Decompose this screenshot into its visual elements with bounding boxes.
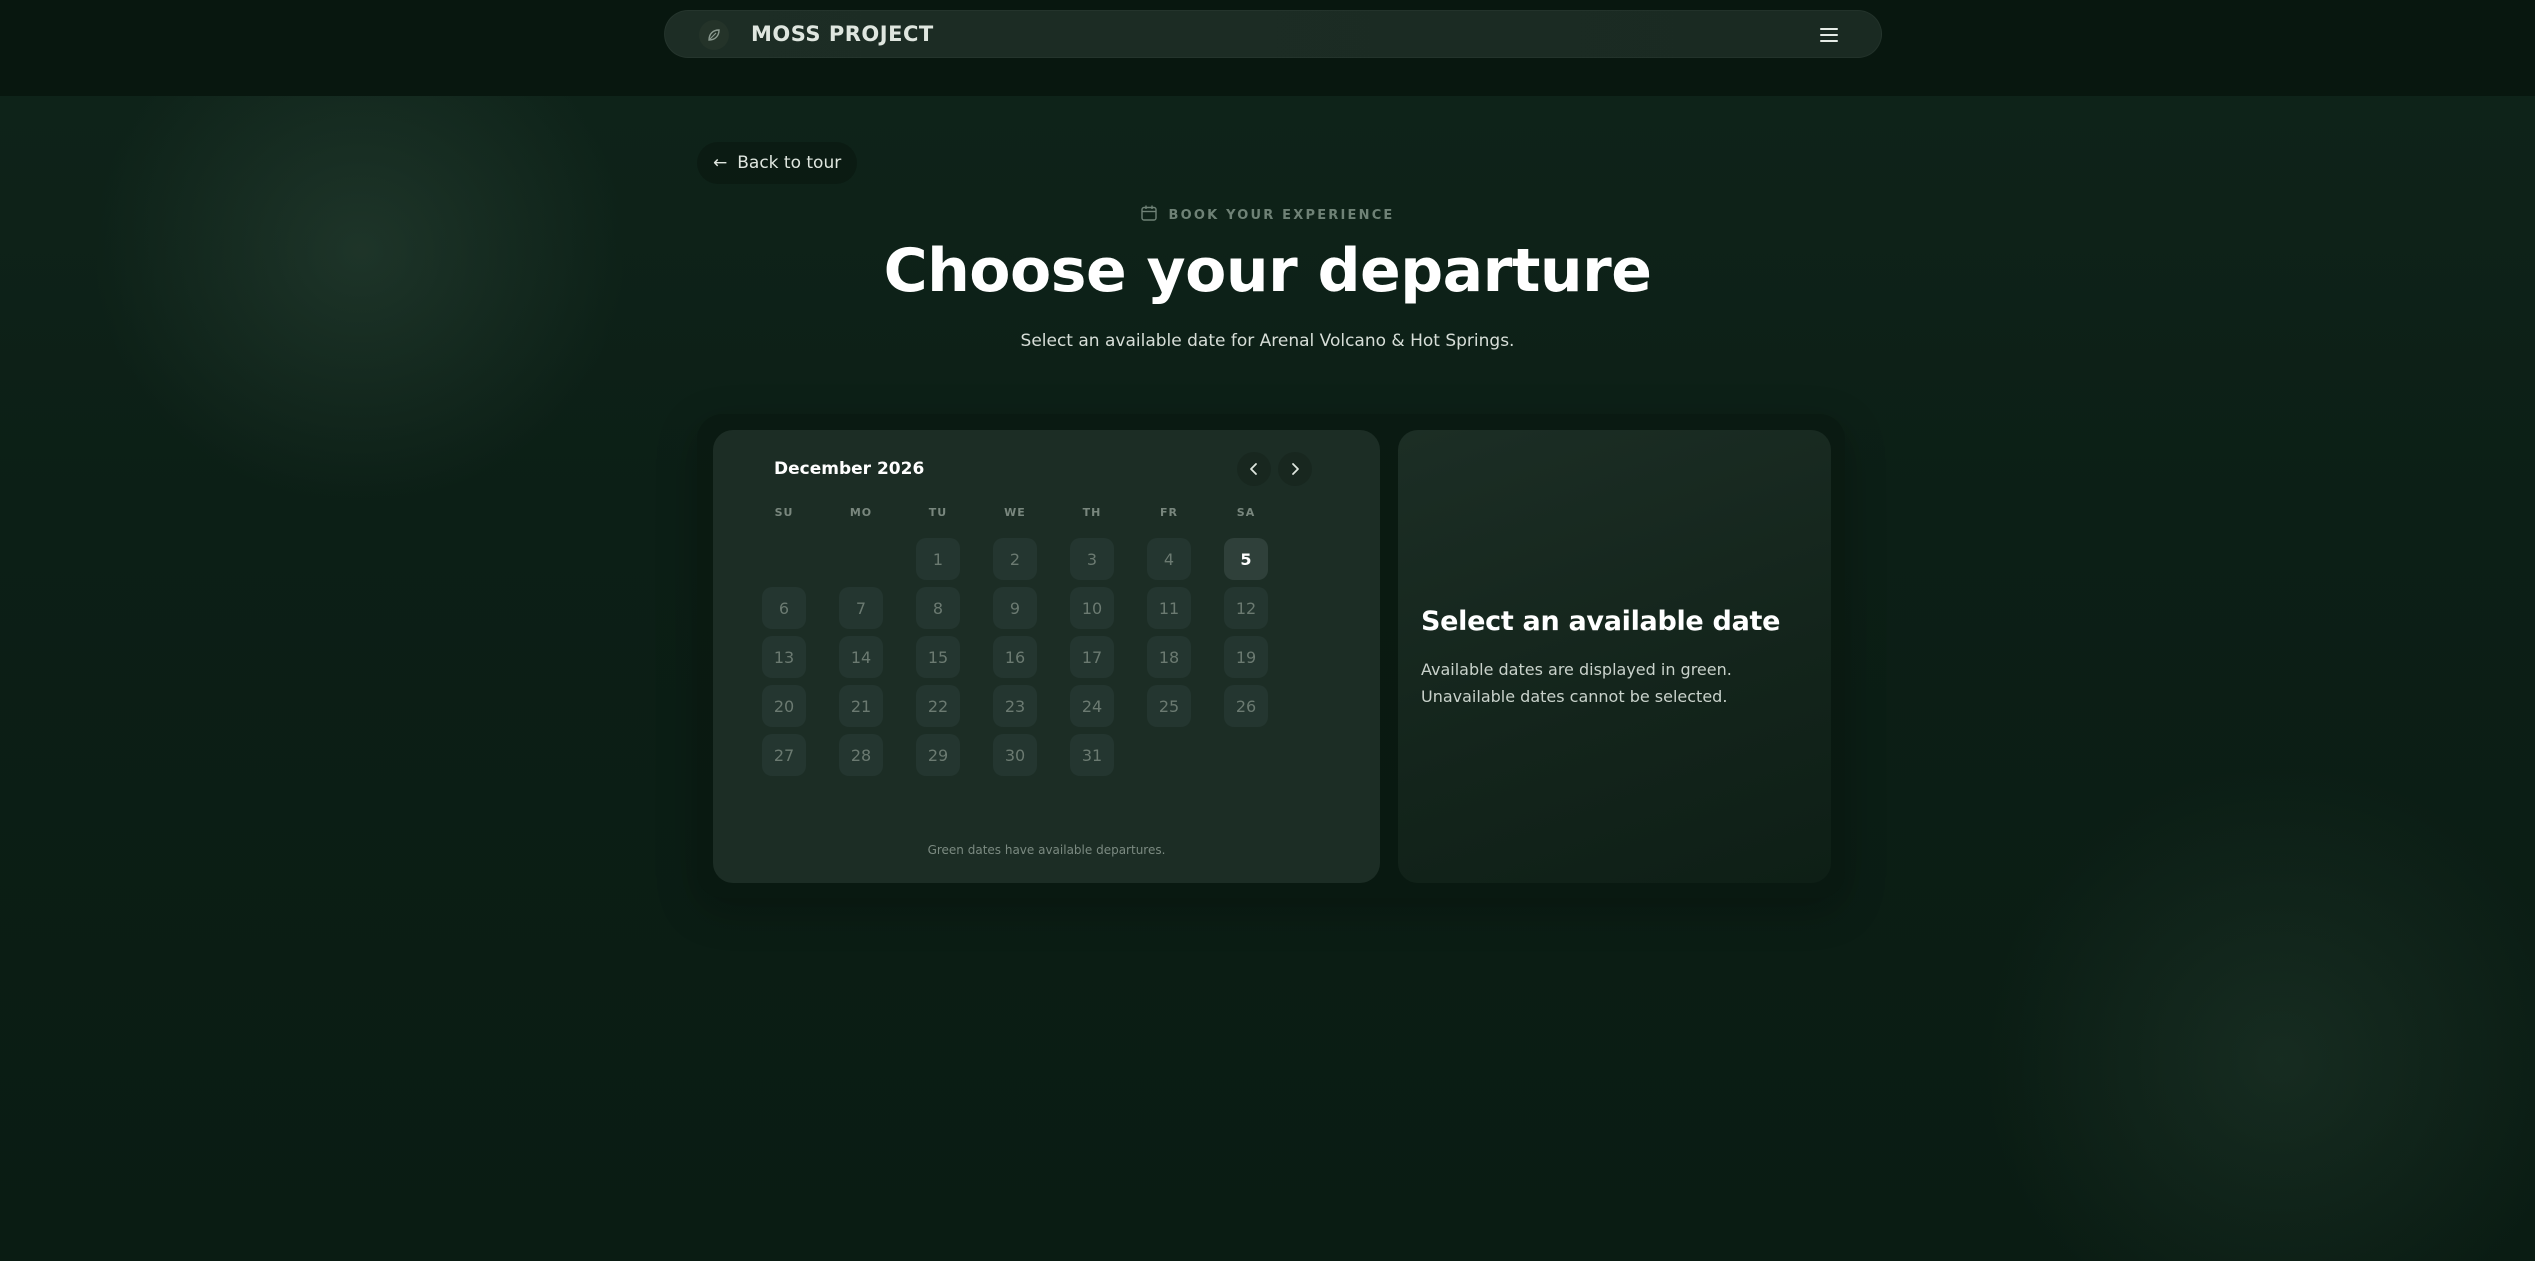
- calendar-day[interactable]: 9: [993, 587, 1037, 629]
- calendar-day[interactable]: 18: [1147, 636, 1191, 678]
- calendar-day[interactable]: 8: [916, 587, 960, 629]
- weekday-label: TU: [928, 506, 948, 519]
- calendar-day[interactable]: 20: [762, 685, 806, 727]
- calendar-panel: December 2026 SU MO TU WE TH FR SA 1 2 3 4 5 6 7 8 9 10…: [713, 430, 1380, 883]
- calendar-day[interactable]: 13: [762, 636, 806, 678]
- weekday-label: WE: [1004, 506, 1026, 519]
- calendar-day[interactable]: 5: [1224, 538, 1268, 580]
- legend-note: Green dates have available departures.: [927, 843, 1166, 857]
- calendar-day[interactable]: 11: [1147, 587, 1191, 629]
- chevron-right-icon[interactable]: [1278, 452, 1312, 486]
- info-panel: Select an available date Available dates…: [1398, 430, 1831, 883]
- leaf-icon[interactable]: [699, 20, 729, 50]
- calendar-day[interactable]: 21: [839, 685, 883, 727]
- back-link-label: Back to tour: [737, 153, 842, 173]
- calendar-day[interactable]: 24: [1070, 685, 1114, 727]
- weekday-label: SU: [774, 506, 794, 519]
- arrow-left-icon: ←: [713, 153, 728, 173]
- calendar-icon: [1140, 204, 1158, 226]
- calendar-day[interactable]: 3: [1070, 538, 1114, 580]
- calendar-day[interactable]: 23: [993, 685, 1037, 727]
- calendar-day[interactable]: 29: [916, 734, 960, 776]
- weekday-label: MO: [849, 506, 873, 519]
- calendar-day[interactable]: 14: [839, 636, 883, 678]
- calendar-day[interactable]: 4: [1147, 538, 1191, 580]
- calendar-day[interactable]: 12: [1224, 587, 1268, 629]
- calendar-day[interactable]: 27: [762, 734, 806, 776]
- eyebrow-label: BOOK YOUR EXPERIENCE: [1168, 207, 1395, 223]
- brand-name[interactable]: MOSS PROJECT: [751, 22, 934, 46]
- calendar-day[interactable]: 30: [993, 734, 1037, 776]
- calendar-day[interactable]: 25: [1147, 685, 1191, 727]
- hamburger-icon[interactable]: [1817, 23, 1841, 47]
- calendar-day[interactable]: 7: [839, 587, 883, 629]
- chevron-left-icon[interactable]: [1237, 452, 1271, 486]
- calendar-day[interactable]: 28: [839, 734, 883, 776]
- page-subtitle: Select an available date for Arenal Volc…: [1020, 331, 1515, 351]
- weekday-label: FR: [1160, 506, 1178, 519]
- calendar-day[interactable]: 6: [762, 587, 806, 629]
- back-to-tour-link[interactable]: ← Back to tour: [697, 142, 858, 184]
- calendar-day[interactable]: 2: [993, 538, 1037, 580]
- weekday-label: TH: [1082, 506, 1102, 519]
- calendar-day[interactable]: 16: [993, 636, 1037, 678]
- info-text: Available dates are displayed in green. …: [1421, 660, 1732, 706]
- eyebrow: BOOK YOUR EXPERIENCE: [0, 204, 2535, 226]
- month-label: December 2026: [774, 459, 925, 479]
- calendar-day[interactable]: 19: [1224, 636, 1268, 678]
- weekday-label: SA: [1236, 506, 1256, 519]
- calendar-day[interactable]: 1: [916, 538, 960, 580]
- calendar-day[interactable]: 10: [1070, 587, 1114, 629]
- calendar-day[interactable]: 26: [1224, 685, 1268, 727]
- page-title: Choose your departure: [883, 236, 1652, 306]
- navbar: MOSS PROJECT: [664, 10, 1882, 58]
- calendar-day[interactable]: 31: [1070, 734, 1114, 776]
- calendar-day[interactable]: 17: [1070, 636, 1114, 678]
- calendar-day[interactable]: 22: [916, 685, 960, 727]
- calendar-day[interactable]: 15: [916, 636, 960, 678]
- info-title: Select an available date: [1421, 606, 1781, 637]
